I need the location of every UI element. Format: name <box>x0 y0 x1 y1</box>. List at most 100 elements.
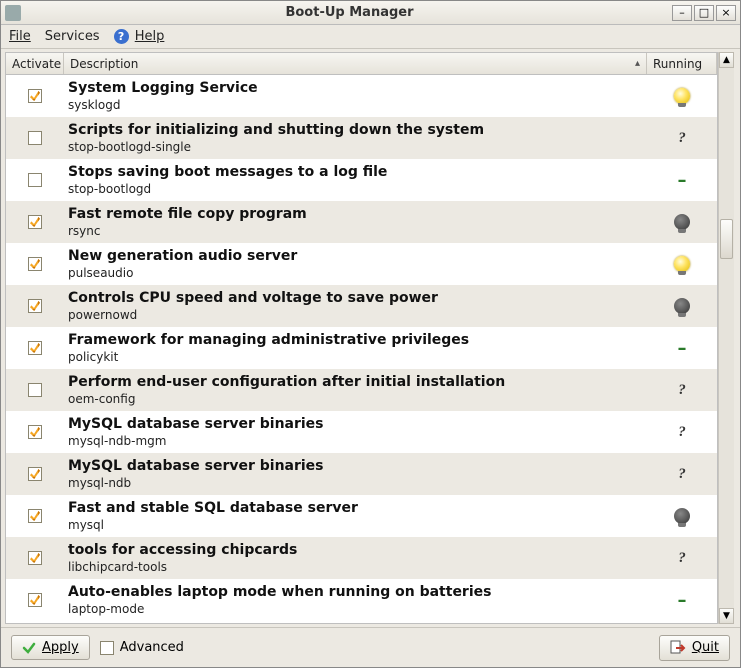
activate-checkbox[interactable] <box>28 131 42 145</box>
table-row[interactable]: MySQL database server binariesmysql-ndb? <box>6 453 717 495</box>
table-row[interactable]: Auto-enables laptop mode when running on… <box>6 579 717 621</box>
service-title: Perform end-user configuration after ini… <box>68 374 643 392</box>
col-activate[interactable]: Activate <box>6 53 64 74</box>
close-button[interactable]: × <box>716 5 736 21</box>
running-status: – <box>647 590 717 611</box>
running-status: ? <box>647 382 717 399</box>
activate-checkbox[interactable] <box>28 215 42 229</box>
running-status: ? <box>647 424 717 441</box>
scroll-thumb[interactable] <box>720 219 733 259</box>
service-name: mysql-ndb <box>68 476 643 490</box>
table-row[interactable]: Stops saving boot messages to a log file… <box>6 159 717 201</box>
service-title: New generation audio server <box>68 248 643 266</box>
checkmark-icon <box>22 641 36 655</box>
menubar: File Services ? Help <box>1 25 740 49</box>
scroll-track[interactable] <box>719 68 734 608</box>
menu-services[interactable]: Services <box>45 29 100 44</box>
table-body: System Logging ServicesysklogdScripts fo… <box>6 75 717 623</box>
scroll-up-icon[interactable]: ▲ <box>719 52 734 68</box>
service-name: rsync <box>68 224 643 238</box>
running-status: – <box>647 170 717 191</box>
content-area: Activate Description ▴ Running System Lo… <box>1 49 740 627</box>
activate-checkbox[interactable] <box>28 425 42 439</box>
running-status <box>647 214 717 230</box>
bulb-off-icon <box>674 298 690 314</box>
activate-checkbox[interactable] <box>28 299 42 313</box>
activate-checkbox[interactable] <box>28 383 42 397</box>
stopped-icon: – <box>678 590 687 611</box>
bulb-on-icon <box>674 256 690 272</box>
running-status: ? <box>647 466 717 483</box>
advanced-label: Advanced <box>120 640 184 655</box>
apply-button[interactable]: Apply <box>11 635 90 660</box>
table-row[interactable]: Perform end-user configuration after ini… <box>6 369 717 411</box>
activate-checkbox[interactable] <box>28 341 42 355</box>
activate-checkbox[interactable] <box>28 173 42 187</box>
table-row[interactable]: Fast and stable SQL database servermysql <box>6 495 717 537</box>
service-title: Framework for managing administrative pr… <box>68 332 643 350</box>
service-name: laptop-mode <box>68 602 643 616</box>
bulb-off-icon <box>674 508 690 524</box>
running-status <box>647 256 717 272</box>
menu-file[interactable]: File <box>9 29 31 44</box>
scroll-down-icon[interactable]: ▼ <box>719 608 734 624</box>
service-title: Stops saving boot messages to a log file <box>68 164 643 182</box>
running-status: – <box>647 338 717 359</box>
table-row[interactable]: Framework for managing administrative pr… <box>6 327 717 369</box>
service-name: powernowd <box>68 308 643 322</box>
service-name: mysql-ndb-mgm <box>68 434 643 448</box>
unknown-icon: ? <box>678 466 686 483</box>
table-row[interactable]: MySQL database server binariesmysql-ndb-… <box>6 411 717 453</box>
service-name: policykit <box>68 350 643 364</box>
running-status: ? <box>647 550 717 567</box>
activate-checkbox[interactable] <box>28 593 42 607</box>
table-row[interactable]: Scripts for initializing and shutting do… <box>6 117 717 159</box>
activate-checkbox[interactable] <box>28 467 42 481</box>
menu-help[interactable]: ? Help <box>114 29 165 44</box>
service-title: Controls CPU speed and voltage to save p… <box>68 290 643 308</box>
table-row[interactable]: Controls CPU speed and voltage to save p… <box>6 285 717 327</box>
service-name: mysql <box>68 518 643 532</box>
activate-checkbox[interactable] <box>28 89 42 103</box>
quit-button[interactable]: Quit <box>659 635 730 661</box>
services-table: Activate Description ▴ Running System Lo… <box>5 52 718 624</box>
activate-checkbox[interactable] <box>28 257 42 271</box>
maximize-button[interactable]: □ <box>694 5 714 21</box>
unknown-icon: ? <box>678 382 686 399</box>
service-name: stop-bootlogd-single <box>68 140 643 154</box>
activate-checkbox[interactable] <box>28 509 42 523</box>
footer: Apply Advanced Quit <box>1 627 740 667</box>
running-status <box>647 88 717 104</box>
running-status: ? <box>647 130 717 147</box>
service-title: MySQL database server binaries <box>68 416 643 434</box>
col-running[interactable]: Running <box>647 53 717 74</box>
app-icon <box>5 5 21 21</box>
service-name: oem-config <box>68 392 643 406</box>
stopped-icon: – <box>678 170 687 191</box>
table-row[interactable]: tools for accessing chipcardslibchipcard… <box>6 537 717 579</box>
bulb-on-icon <box>674 88 690 104</box>
quit-icon <box>670 640 686 656</box>
service-name: libchipcard-tools <box>68 560 643 574</box>
minimize-button[interactable]: – <box>672 5 692 21</box>
service-title: Fast remote file copy program <box>68 206 643 224</box>
service-name: sysklogd <box>68 98 643 112</box>
col-description[interactable]: Description ▴ <box>64 53 647 74</box>
table-row[interactable]: New generation audio serverpulseaudio <box>6 243 717 285</box>
service-title: MySQL database server binaries <box>68 458 643 476</box>
activate-checkbox[interactable] <box>28 551 42 565</box>
unknown-icon: ? <box>678 550 686 567</box>
service-title: Fast and stable SQL database server <box>68 500 643 518</box>
table-row[interactable]: Fast remote file copy programrsync <box>6 201 717 243</box>
service-title: System Logging Service <box>68 80 643 98</box>
titlebar: Boot-Up Manager – □ × <box>1 1 740 25</box>
sort-asc-icon: ▴ <box>635 58 640 69</box>
table-row[interactable]: System Logging Servicesysklogd <box>6 75 717 117</box>
advanced-checkbox[interactable] <box>100 641 114 655</box>
window-buttons: – □ × <box>672 5 736 21</box>
advanced-checkbox-row[interactable]: Advanced <box>100 640 184 655</box>
vertical-scrollbar[interactable]: ▲ ▼ <box>718 52 734 624</box>
service-name: pulseaudio <box>68 266 643 280</box>
unknown-icon: ? <box>678 130 686 147</box>
bulb-off-icon <box>674 214 690 230</box>
